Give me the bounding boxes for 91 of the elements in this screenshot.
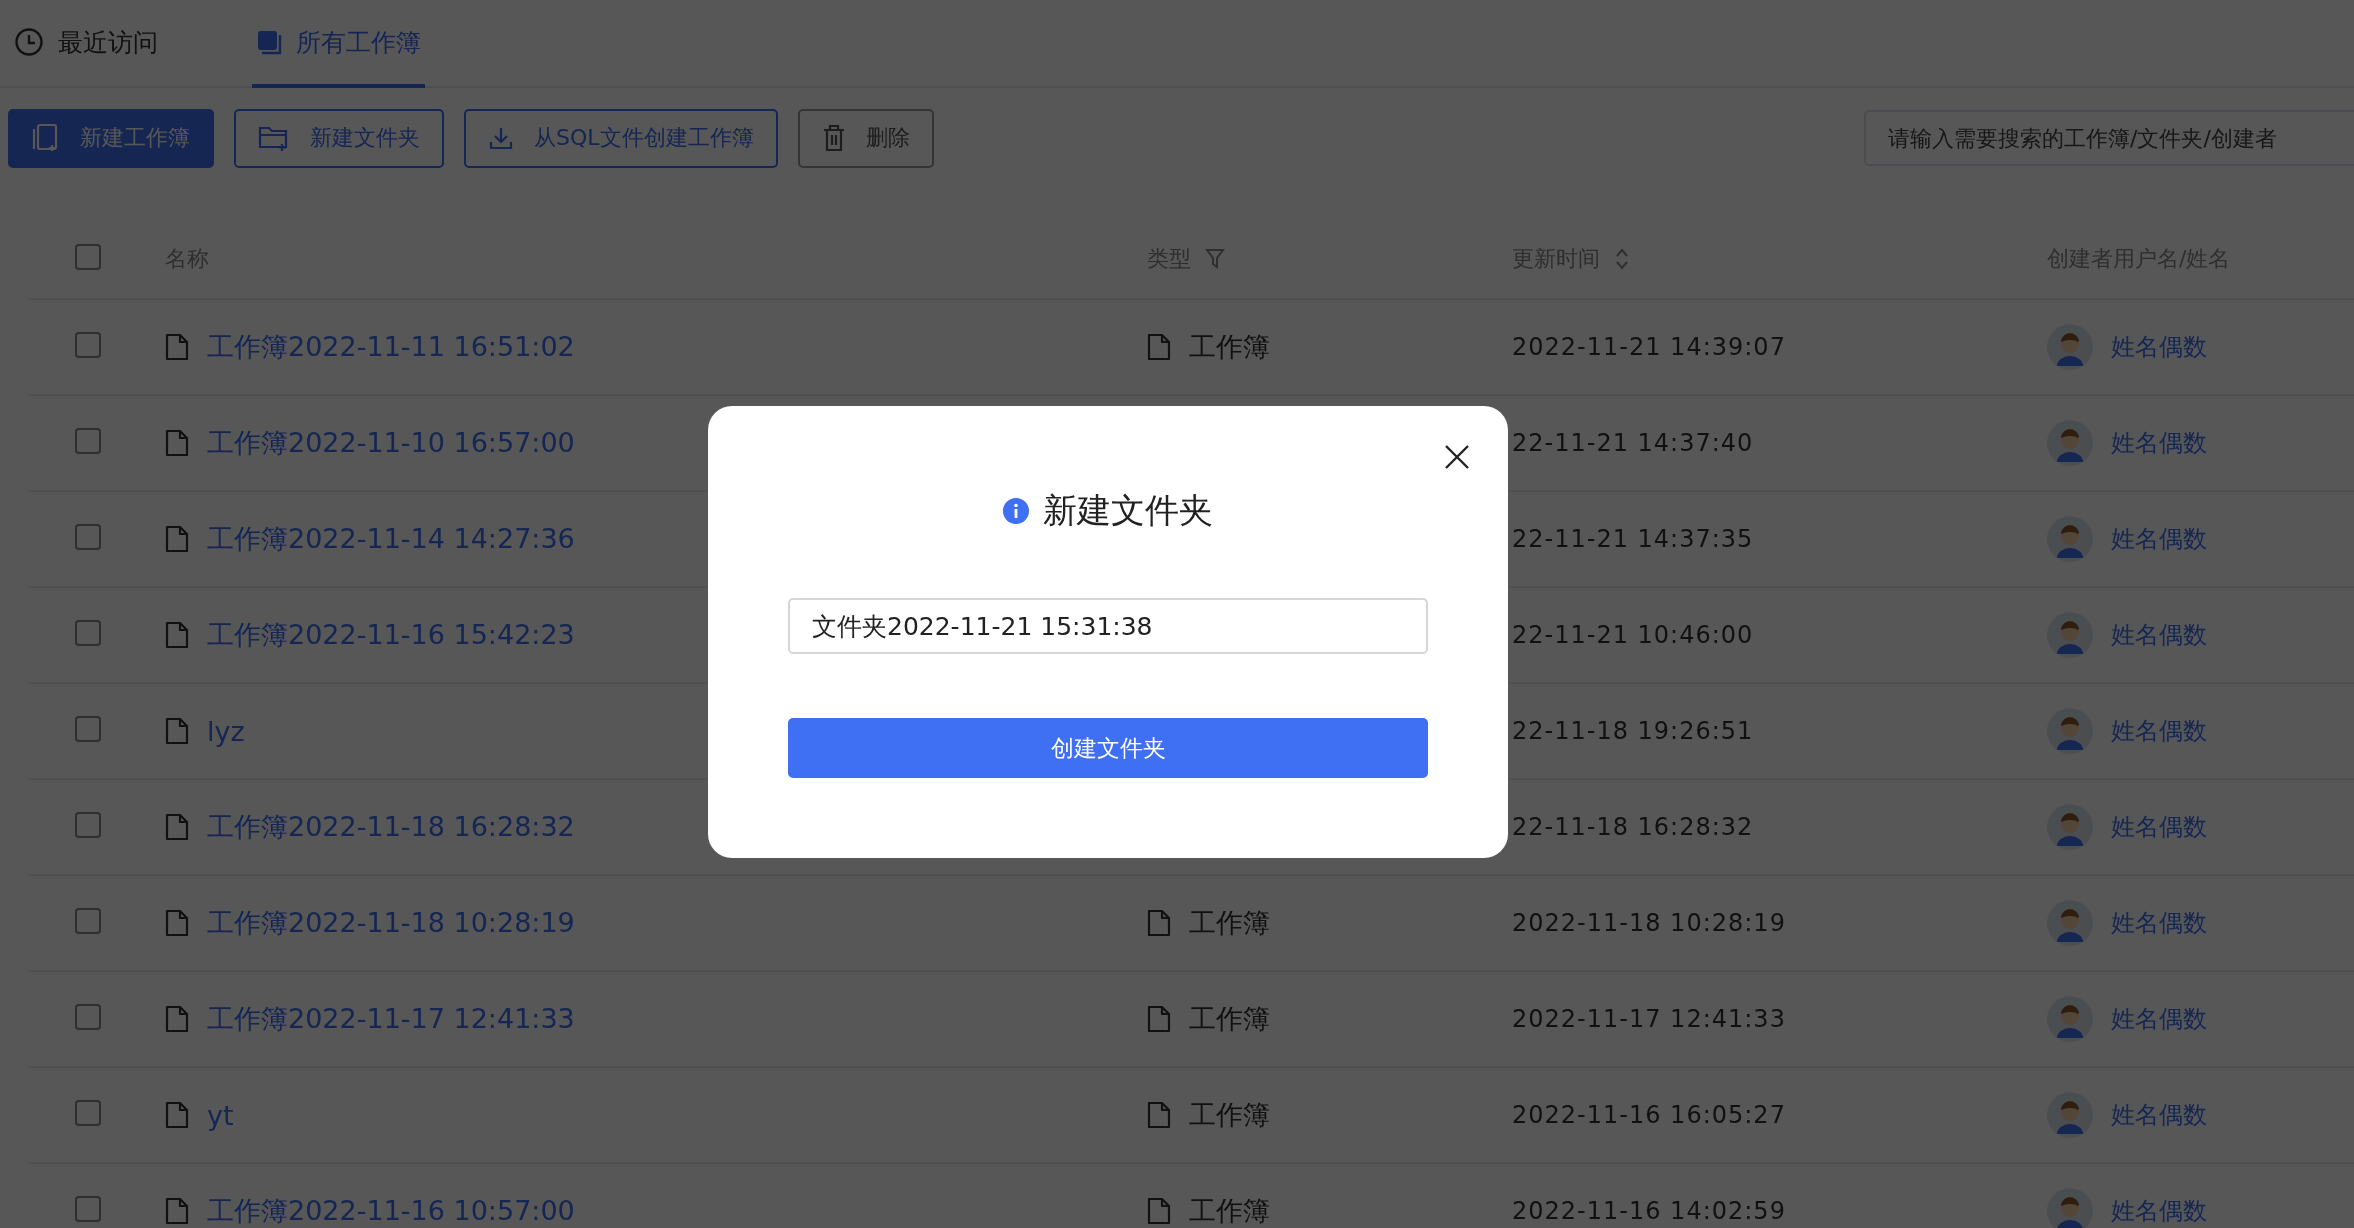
type-text: 工作簿 xyxy=(1189,1002,1270,1036)
creator-name-link[interactable]: 姓名偶数 xyxy=(2111,1099,2207,1131)
file-icon xyxy=(1147,1005,1171,1033)
create-folder-button[interactable]: 创建文件夹 xyxy=(788,718,1428,778)
file-icon xyxy=(165,909,189,937)
update-time: 22-11-18 19:26:51 xyxy=(1512,717,1754,745)
checkbox[interactable] xyxy=(75,428,101,454)
workbook-name-link[interactable]: 工作簿2022-11-10 16:57:00 xyxy=(207,425,575,461)
workbook-name-link[interactable]: lyz xyxy=(207,715,245,747)
update-time: 22-11-21 10:46:00 xyxy=(1512,621,1754,649)
dialog-title: 新建文件夹 xyxy=(1043,489,1213,532)
avatar xyxy=(2047,516,2093,562)
update-time: 2022-11-16 14:02:59 xyxy=(1512,1197,1786,1225)
toolbar-button[interactable]: 新建工作簿 xyxy=(8,108,214,168)
checkbox[interactable] xyxy=(75,1196,101,1222)
file-icon xyxy=(1147,1197,1171,1225)
avatar xyxy=(2047,612,2093,658)
type-text: 工作簿 xyxy=(1189,906,1270,940)
avatar xyxy=(2047,1188,2093,1228)
avatar xyxy=(2047,1092,2093,1138)
avatar xyxy=(2047,324,2093,370)
toolbar-button[interactable]: 从SQL文件创建工作簿 xyxy=(464,108,778,168)
avatar xyxy=(2047,996,2093,1042)
creator-name-link[interactable]: 姓名偶数 xyxy=(2111,619,2207,651)
file-icon xyxy=(1147,333,1171,361)
clock-icon xyxy=(14,27,44,57)
checkbox[interactable] xyxy=(75,908,101,934)
workbook-name-link[interactable]: 工作簿2022-11-16 15:42:23 xyxy=(207,617,575,653)
update-time: 22-11-18 16:28:32 xyxy=(1512,813,1754,841)
toolbar-button[interactable]: 新建文件夹 xyxy=(234,108,444,168)
type-text: 工作簿 xyxy=(1189,1194,1270,1228)
file-icon xyxy=(165,813,189,841)
sort-icon[interactable] xyxy=(1614,247,1630,271)
file-icon xyxy=(1147,1101,1171,1129)
info-icon xyxy=(1003,498,1029,524)
creator-name-link[interactable]: 姓名偶数 xyxy=(2111,523,2207,555)
tab[interactable]: 最近访问 xyxy=(10,0,162,88)
avatar xyxy=(2047,900,2093,946)
avatar xyxy=(2047,708,2093,754)
checkbox[interactable] xyxy=(75,524,101,550)
checkbox[interactable] xyxy=(75,716,101,742)
file-icon xyxy=(165,429,189,457)
avatar xyxy=(2047,420,2093,466)
tab[interactable]: 所有工作簿 xyxy=(252,0,425,88)
checkbox[interactable] xyxy=(75,1004,101,1030)
file-icon xyxy=(165,621,189,649)
update-time: 22-11-21 14:37:40 xyxy=(1512,429,1754,457)
workbook-name-link[interactable]: 工作簿2022-11-18 16:28:32 xyxy=(207,809,575,845)
file-icon xyxy=(165,525,189,553)
new-workbook-icon xyxy=(32,123,60,153)
search-field[interactable]: 请输入需要搜索的工作簿/文件夹/创建者 xyxy=(1864,110,2354,166)
workbook-name-link[interactable]: 工作簿2022-11-17 12:41:33 xyxy=(207,1001,575,1037)
creator-name-link[interactable]: 姓名偶数 xyxy=(2111,1195,2207,1227)
close-icon[interactable] xyxy=(1444,444,1470,470)
file-icon xyxy=(165,717,189,745)
update-time: 2022-11-18 10:28:19 xyxy=(1512,909,1786,937)
toolbar-button[interactable]: 删除 xyxy=(797,108,934,168)
avatar xyxy=(2047,804,2093,850)
creator-name-link[interactable]: 姓名偶数 xyxy=(2111,715,2207,747)
filter-icon[interactable] xyxy=(1205,248,1225,270)
type-text: 工作簿 xyxy=(1189,330,1270,364)
creator-name-link[interactable]: 姓名偶数 xyxy=(2111,331,2207,363)
update-time: 2022-11-21 14:39:07 xyxy=(1512,333,1786,361)
file-icon xyxy=(165,333,189,361)
creator-name-link[interactable]: 姓名偶数 xyxy=(2111,427,2207,459)
creator-name-link[interactable]: 姓名偶数 xyxy=(2111,1003,2207,1035)
workbook-name-link[interactable]: 工作簿2022-11-18 10:28:19 xyxy=(207,905,575,941)
workbook-name-link[interactable]: 工作簿2022-11-14 14:27:36 xyxy=(207,521,575,557)
download-icon xyxy=(488,125,514,151)
checkbox[interactable] xyxy=(75,244,101,270)
book-icon xyxy=(256,29,282,55)
checkbox[interactable] xyxy=(75,620,101,646)
checkbox[interactable] xyxy=(75,812,101,838)
file-icon xyxy=(1147,909,1171,937)
creator-name-link[interactable]: 姓名偶数 xyxy=(2111,907,2207,939)
file-icon xyxy=(165,1101,189,1129)
trash-icon xyxy=(821,124,846,152)
file-icon xyxy=(165,1005,189,1033)
update-time: 22-11-21 14:37:35 xyxy=(1512,525,1754,553)
file-icon xyxy=(165,1197,189,1225)
workbook-name-link[interactable]: yt xyxy=(207,1099,234,1131)
folder-plus-icon xyxy=(258,124,290,152)
creator-name-link[interactable]: 姓名偶数 xyxy=(2111,811,2207,843)
workbook-name-link[interactable]: 工作簿2022-11-11 16:51:02 xyxy=(207,329,575,365)
workbook-name-link[interactable]: 工作簿2022-11-16 10:57:00 xyxy=(207,1193,575,1228)
checkbox[interactable] xyxy=(75,332,101,358)
checkbox[interactable] xyxy=(75,1100,101,1126)
folder-name-field[interactable]: 文件夹2022-11-21 15:31:38 xyxy=(788,598,1428,654)
update-time: 2022-11-17 12:41:33 xyxy=(1512,1005,1786,1033)
update-time: 2022-11-16 16:05:27 xyxy=(1512,1101,1786,1129)
type-text: 工作簿 xyxy=(1189,1098,1270,1132)
